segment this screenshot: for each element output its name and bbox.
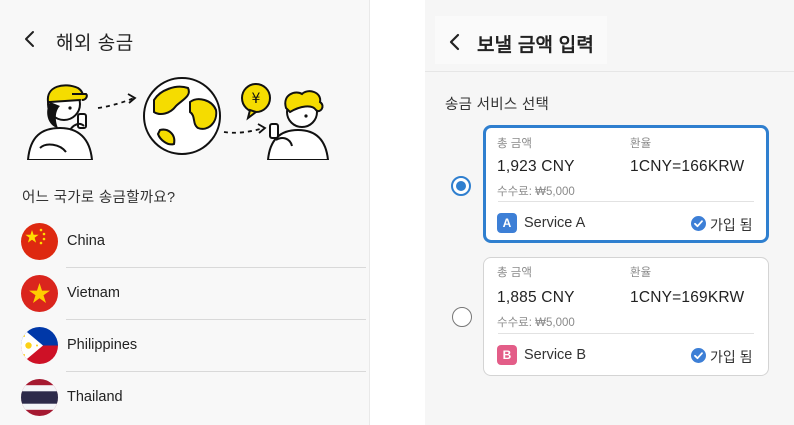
service-card-b[interactable]: 총 금액 환율 1,885 CNY 1CNY=169KRW 수수료: ₩5,00… [483,257,769,376]
country-name: Vietnam [67,285,120,301]
service-section-label: 송금 서비스 선택 [445,97,550,113]
back-button[interactable] [16,25,44,53]
china-flag-icon [21,223,58,260]
check-circle-icon [691,348,706,363]
svg-text:¥: ¥ [252,91,261,107]
join-status: 가입 됨 [710,349,753,365]
header: 보낼 금액 입력 [425,0,794,72]
fee-text: 수수료: ₩5,000 [497,186,575,198]
rate-label: 환율 [630,138,652,150]
page-title: 보낼 금액 입력 [477,35,595,56]
chevron-left-icon [449,33,460,51]
globe-icon [143,77,221,155]
receiver-person-icon [266,90,330,160]
chevron-left-icon [25,31,34,47]
service-badge: B [497,345,517,365]
country-select-screen: 해외 송금 ¥ 어느 국가로 송금할까요? China Vietnam Phil… [0,0,370,425]
sender-person-icon [26,84,94,160]
service-b-radio[interactable] [452,307,472,327]
rate-value: 1CNY=166KRW [630,158,745,175]
remittance-illustration: ¥ [26,77,330,160]
check-circle-icon [691,216,706,231]
rate-value: 1CNY=169KRW [630,289,745,306]
yen-bubble-icon: ¥ [241,83,271,121]
service-badge: A [497,213,517,233]
country-name: China [67,233,105,249]
country-item-china[interactable]: China [20,216,366,268]
service-a-radio[interactable] [451,176,471,196]
header: 해외 송금 [0,0,369,78]
amount-entry-screen: 보낼 금액 입력 송금 서비스 선택 총 금액 환율 1,923 CNY 1CN… [425,0,794,425]
amount-label: 총 금액 [497,138,532,150]
country-item-vietnam[interactable]: Vietnam [20,268,366,320]
divider [498,201,754,202]
country-list: China Vietnam Philippines Thailand [20,216,366,424]
amount-value: 1,923 CNY [497,158,575,175]
amount-value: 1,885 CNY [497,289,575,306]
page-title: 해외 송금 [56,33,134,54]
service-card-a[interactable]: 총 금액 환율 1,923 CNY 1CNY=166KRW 수수료: ₩5,00… [483,125,769,243]
service-name: Service B [524,347,587,363]
divider [498,333,754,334]
country-item-thailand[interactable]: Thailand [20,372,366,424]
country-question: 어느 국가로 송금할까요? [22,190,176,206]
service-name: Service A [524,215,586,231]
vietnam-flag-icon [21,275,58,312]
country-name: Thailand [67,389,123,405]
rate-label: 환율 [630,267,652,279]
country-name: Philippines [67,337,138,353]
country-item-philippines[interactable]: Philippines [20,320,366,372]
join-status: 가입 됨 [710,217,753,233]
back-button[interactable] [441,28,469,56]
fee-text: 수수료: ₩5,000 [497,317,575,329]
thailand-flag-icon [21,379,58,416]
philippines-flag-icon [21,327,58,364]
amount-label: 총 금액 [497,267,532,279]
